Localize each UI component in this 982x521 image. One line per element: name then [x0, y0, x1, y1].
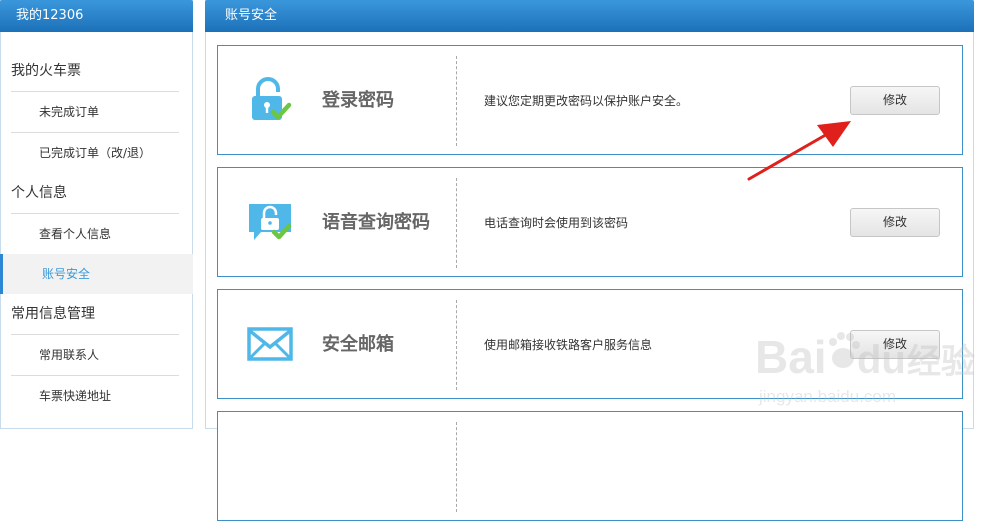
divider: [456, 422, 457, 512]
speech-lock-icon: [249, 204, 292, 240]
voice-password-title: 语音查询密码: [322, 212, 430, 233]
sidebar-item-account-security[interactable]: 账号安全: [0, 254, 193, 294]
svg-text:jingyan.baidu.com: jingyan.baidu.com: [758, 387, 896, 406]
sidebar-section-personal-info[interactable]: 个人信息: [1, 173, 192, 213]
security-email-desc: 使用邮箱接收铁路客户服务信息: [484, 338, 653, 352]
modify-voice-password-button[interactable]: 修改: [850, 208, 940, 237]
modify-login-password-button[interactable]: 修改: [850, 86, 940, 115]
divider: [456, 178, 457, 268]
divider: [456, 300, 457, 390]
envelope-icon: [247, 327, 293, 361]
baidu-jingyan-watermark: Bai du 经验 jingyan.baidu.com: [755, 331, 975, 406]
page-title: 账号安全: [205, 0, 974, 32]
login-password-title: 登录密码: [322, 90, 394, 111]
login-password-desc: 建议您定期更改密码以保护账户安全。: [484, 94, 689, 108]
security-email-title: 安全邮箱: [322, 334, 394, 355]
svg-text:经验: 经验: [907, 342, 975, 382]
sidebar: 我的12306 我的火车票 未完成订单 已完成订单（改/退） 个人信息 查看个人…: [0, 0, 193, 429]
sidebar-item-unfinished-orders[interactable]: 未完成订单: [1, 92, 192, 132]
sidebar-menu: 我的火车票 未完成订单 已完成订单（改/退） 个人信息 查看个人信息 账号安全 …: [0, 32, 193, 416]
sidebar-title: 我的12306: [0, 0, 193, 32]
sidebar-item-finished-orders[interactable]: 已完成订单（改/退）: [1, 133, 192, 173]
svg-text:du: du: [857, 338, 906, 382]
annotation-arrow: [747, 121, 851, 181]
sidebar-section-common-info[interactable]: 常用信息管理: [1, 294, 192, 334]
sidebar-section-tickets[interactable]: 我的火车票: [1, 51, 192, 91]
divider: [456, 56, 457, 146]
sidebar-item-contacts[interactable]: 常用联系人: [1, 335, 192, 375]
sidebar-item-delivery-address[interactable]: 车票快递地址: [1, 376, 192, 416]
svg-text:Bai: Bai: [755, 331, 827, 383]
voice-password-desc: 电话查询时会使用到该密码: [484, 216, 629, 230]
partial-card: [217, 411, 963, 521]
lock-check-icon: [252, 77, 292, 120]
sidebar-item-view-personal-info[interactable]: 查看个人信息: [1, 214, 192, 254]
